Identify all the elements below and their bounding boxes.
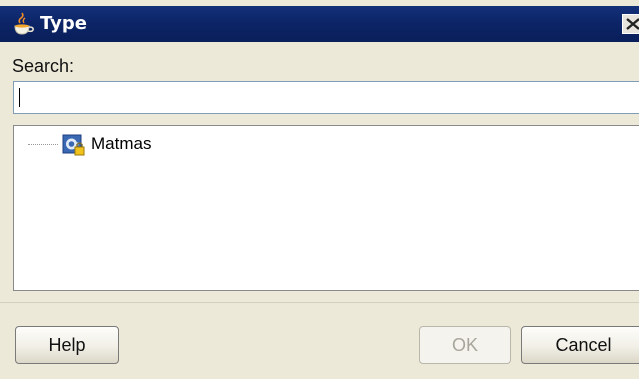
title-bar[interactable]: Type [0,6,639,42]
help-button[interactable]: Help [15,326,119,364]
ok-button[interactable]: OK [419,326,511,364]
schema-element-icon [62,133,86,157]
tree-connector-line [28,144,58,145]
close-button[interactable] [622,14,639,34]
type-dialog: Type Search: Matmas Help OK Cancel [0,0,639,379]
search-input[interactable] [13,81,639,114]
dialog-title: Type [40,13,87,34]
close-icon [626,18,639,30]
button-divider [0,302,639,303]
text-caret [19,88,20,107]
search-label: Search: [12,56,75,76]
type-tree[interactable]: Matmas [13,125,639,291]
tree-item-label[interactable]: Matmas [91,133,151,155]
cancel-button[interactable]: Cancel [521,326,639,364]
java-cup-icon [10,10,38,38]
